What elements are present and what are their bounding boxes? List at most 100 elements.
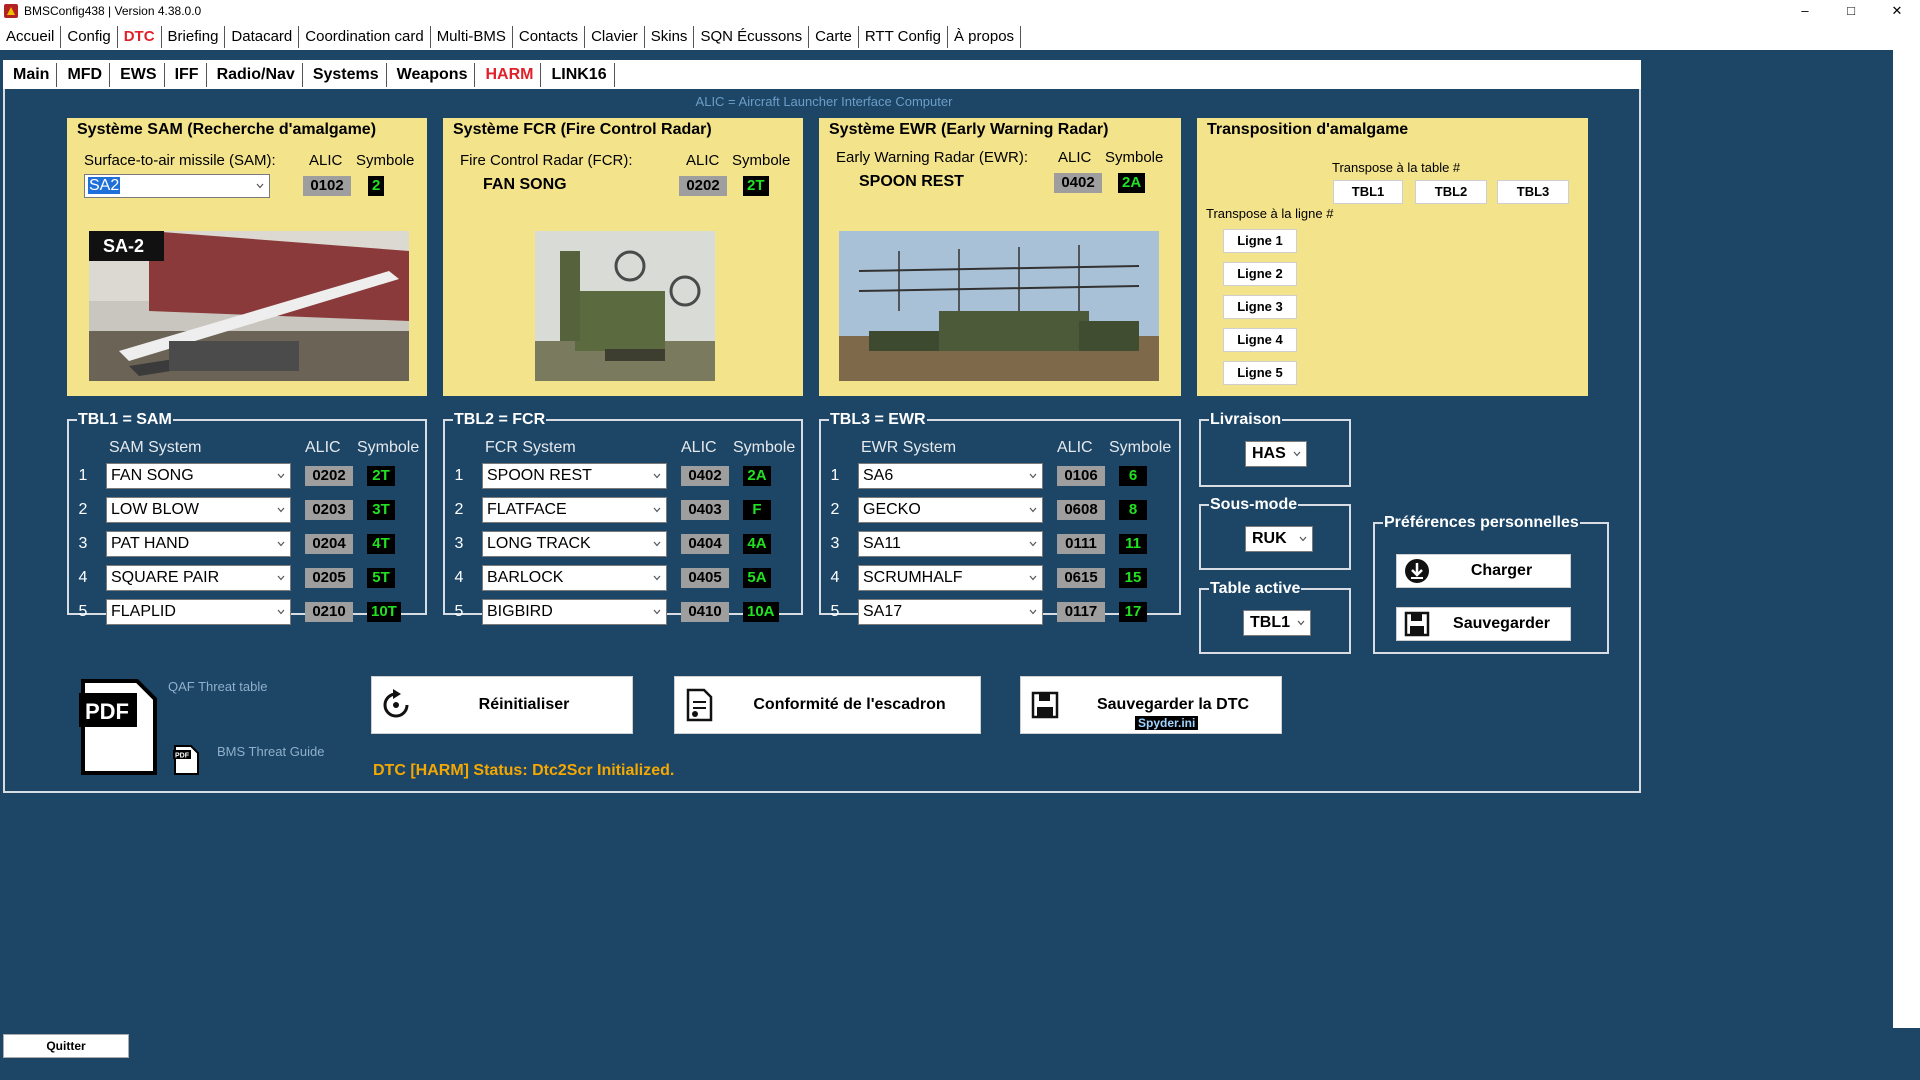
- conformite-button[interactable]: Conformité de l'escadron: [674, 676, 981, 734]
- tbl1-system-value: SQUARE PAIR: [111, 569, 220, 586]
- tbl3-system-value: SCRUMHALF: [863, 569, 963, 586]
- reinitialiser-button[interactable]: Réinitialiser: [371, 676, 633, 734]
- qaf-threat-table-link[interactable]: QAF Threat table: [168, 679, 267, 694]
- subtab-2[interactable]: EWS: [110, 62, 165, 87]
- sa2-photo: SA-2: [89, 231, 409, 381]
- ewr-symbol-value: 2A: [1118, 173, 1146, 193]
- tbl1-row-number: 4: [78, 569, 88, 586]
- tbl1-system-select[interactable]: PAT HAND: [106, 531, 291, 557]
- tbl1-row-number: 2: [78, 501, 88, 518]
- menu-item-3[interactable]: Briefing: [162, 25, 226, 48]
- transpose-row5-button[interactable]: Ligne 5: [1223, 361, 1297, 385]
- tbl2-system-select[interactable]: LONG TRACK: [482, 531, 667, 557]
- subtab-5[interactable]: Systems: [303, 62, 387, 87]
- table-active-value: TBL1: [1250, 614, 1290, 631]
- transpose-panel-title: Transposition d'amalgame: [1207, 121, 1409, 138]
- tbl1-system-select[interactable]: FAN SONG: [106, 463, 291, 489]
- tbl1-col-symbol: Symbole: [357, 439, 420, 456]
- tbl2-symbol-value: 2A: [743, 466, 771, 486]
- sam-select[interactable]: SA2: [84, 174, 270, 198]
- subtab-0[interactable]: Main: [3, 62, 58, 87]
- subtab-6[interactable]: Weapons: [387, 62, 476, 87]
- subtab-7[interactable]: HARM: [475, 62, 542, 87]
- bms-threat-guide-link[interactable]: BMS Threat Guide: [217, 744, 324, 759]
- sous-mode-select[interactable]: RUK: [1245, 526, 1313, 552]
- menu-item-11[interactable]: Carte: [809, 25, 859, 48]
- tbl3-system-select[interactable]: SCRUMHALF: [858, 565, 1043, 591]
- tbl3-symbol-value: 17: [1119, 602, 1147, 622]
- chevron-down-icon: [277, 575, 285, 581]
- tbl2-system-select[interactable]: BARLOCK: [482, 565, 667, 591]
- main-menu: Accueil Config DTC Briefing Datacard Coordina…: [0, 24, 1920, 49]
- minimize-button[interactable]: –: [1782, 0, 1828, 22]
- bms-pdf-icon[interactable]: PDF: [173, 745, 199, 775]
- livraison-select[interactable]: HAS: [1245, 441, 1307, 467]
- tbl1-row-number: 5: [78, 603, 88, 620]
- sauvegarder-button[interactable]: Sauvegarder: [1396, 607, 1571, 641]
- transpose-row3-button[interactable]: Ligne 3: [1223, 295, 1297, 319]
- title-bar: BMSConfig438 | Version 4.38.0.0 – □ ✕: [0, 0, 1920, 22]
- menu-item-5[interactable]: Coordination card: [299, 25, 431, 48]
- tbl1-system-select[interactable]: FLAPLID: [106, 599, 291, 625]
- tbl1-symbol-value: 10T: [367, 602, 401, 622]
- tbl3-system-select[interactable]: SA6: [858, 463, 1043, 489]
- transpose-tbl1-button[interactable]: TBL1: [1333, 180, 1403, 204]
- tbl3-row-number: 4: [830, 569, 840, 586]
- fcr-alic-header: ALIC: [686, 152, 720, 169]
- tbl3-system-select[interactable]: GECKO: [858, 497, 1043, 523]
- tbl1-system-value: PAT HAND: [111, 535, 190, 552]
- menu-item-0[interactable]: Accueil: [0, 25, 62, 48]
- fcr-symbol-header: Symbole: [732, 152, 791, 169]
- subtab-3[interactable]: IFF: [165, 62, 207, 87]
- tbl3-alic-value: 0111: [1057, 534, 1105, 554]
- transpose-tbl2-button[interactable]: TBL2: [1415, 180, 1487, 204]
- tbl1-symbol-value: 4T: [367, 534, 395, 554]
- qaf-pdf-icon[interactable]: PDF: [79, 679, 157, 775]
- close-button[interactable]: ✕: [1874, 0, 1920, 22]
- quit-button[interactable]: Quitter: [3, 1034, 129, 1058]
- sam-select-value: SA2: [88, 177, 121, 194]
- charger-button[interactable]: Charger: [1396, 554, 1571, 588]
- menu-item-1[interactable]: Config: [61, 25, 118, 48]
- menu-item-12[interactable]: RTT Config: [859, 25, 948, 48]
- tbl1-system-select[interactable]: SQUARE PAIR: [106, 565, 291, 591]
- menu-item-13[interactable]: À propos: [948, 25, 1022, 48]
- menu-item-4[interactable]: Datacard: [225, 25, 300, 48]
- transpose-row1-button[interactable]: Ligne 1: [1223, 229, 1297, 253]
- table-active-select[interactable]: TBL1: [1243, 610, 1311, 636]
- menu-item-9[interactable]: Skins: [645, 25, 695, 48]
- subtab-8[interactable]: LINK16: [541, 62, 615, 87]
- menu-item-10[interactable]: SQN Écussons: [694, 25, 810, 48]
- livraison-group: Livraison HAS: [1199, 411, 1351, 487]
- transpose-tbl3-button[interactable]: TBL3: [1497, 180, 1569, 204]
- menu-item-7[interactable]: Contacts: [513, 25, 586, 48]
- subtab-1[interactable]: MFD: [57, 62, 111, 87]
- sauvegarder-dtc-button[interactable]: Sauvegarder la DTC Spyder.ini: [1020, 676, 1282, 734]
- tbl1-system-select[interactable]: LOW BLOW: [106, 497, 291, 523]
- chevron-down-icon: [277, 541, 285, 547]
- tbl2-col-system: FCR System: [485, 439, 576, 456]
- tbl2-row-number: 1: [454, 467, 464, 484]
- tbl3-system-select[interactable]: SA17: [858, 599, 1043, 625]
- tbl1-alic-value: 0204: [305, 534, 353, 554]
- tbl3-system-select[interactable]: SA11: [858, 531, 1043, 557]
- tbl2-row-number: 3: [454, 535, 464, 552]
- tbl2-system-select[interactable]: BIGBIRD: [482, 599, 667, 625]
- menu-item-8[interactable]: Clavier: [585, 25, 645, 48]
- tbl2-system-select[interactable]: FLATFACE: [482, 497, 667, 523]
- tbl3-alic-value: 0608: [1057, 500, 1105, 520]
- tbl3-group: TBL3 = EWR EWR System ALIC Symbole 1 SA6 0106 6…: [819, 411, 1181, 625]
- app-icon: [4, 4, 18, 18]
- save-icon: [1401, 609, 1433, 639]
- tbl2-alic-value: 0405: [681, 568, 729, 588]
- transpose-row2-button[interactable]: Ligne 2: [1223, 262, 1297, 286]
- menu-item-2[interactable]: DTC: [118, 25, 162, 48]
- subtab-4[interactable]: Radio/Nav: [207, 62, 303, 87]
- maximize-button[interactable]: □: [1828, 0, 1874, 22]
- chevron-down-icon: [653, 473, 661, 479]
- menu-item-6[interactable]: Multi-BMS: [431, 25, 513, 48]
- save-icon: [1025, 685, 1065, 725]
- tbl1-system-value: LOW BLOW: [111, 501, 200, 518]
- transpose-row4-button[interactable]: Ligne 4: [1223, 328, 1297, 352]
- tbl2-system-select[interactable]: SPOON REST: [482, 463, 667, 489]
